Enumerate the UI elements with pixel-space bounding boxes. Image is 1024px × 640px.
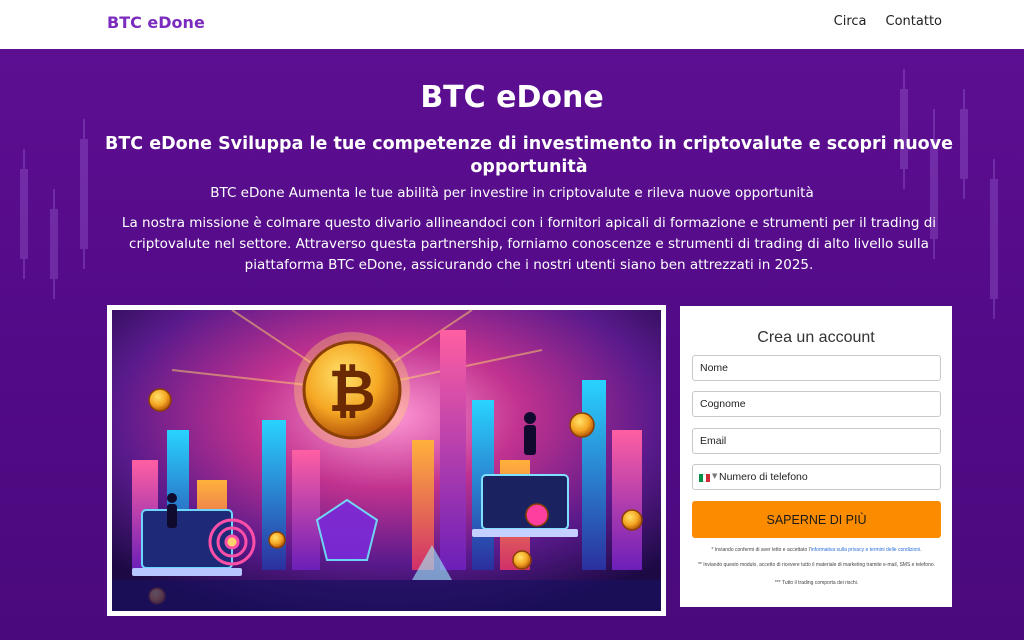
hero-section: BTC eDone BTC eDone Sviluppa le tue comp…: [0, 49, 1024, 640]
risk-disclaimer: *** Tutto il trading comporta dei rischi…: [774, 580, 859, 586]
chevron-down-icon[interactable]: ▼: [712, 472, 717, 480]
phone-input[interactable]: [719, 465, 934, 489]
hero-image-frame: ₿: [107, 305, 666, 616]
svg-text:₿: ₿: [328, 357, 375, 425]
signup-form: Crea un account ▼ SAPERNE DI PIÙ * Invia…: [680, 306, 952, 607]
hero-lead: BTC eDone Aumenta le tue abilità per inv…: [210, 185, 814, 201]
hero-title: BTC eDone: [420, 80, 604, 115]
marketing-disclaimer: ** Inviando questo modulo, accetto di ri…: [697, 562, 936, 568]
main-nav: Circa Contatto: [834, 14, 942, 29]
privacy-link[interactable]: informativa sulla privacy e termini dell…: [811, 547, 921, 553]
italy-flag-icon[interactable]: [699, 474, 711, 482]
phone-field: ▼: [692, 464, 941, 490]
nav-link-contatto[interactable]: Contatto: [886, 14, 942, 29]
disclaimer-prefix: * Inviando confermi di aver letto e acce…: [711, 547, 811, 553]
submit-button[interactable]: SAPERNE DI PIÙ: [692, 501, 941, 538]
hero-paragraph: La nostra missione è colmare questo diva…: [121, 215, 937, 273]
top-navbar: BTC eDone Circa Contatto: [0, 0, 1024, 49]
first-name-input[interactable]: [692, 355, 941, 381]
form-title: Crea un account: [757, 329, 875, 346]
brand-logo[interactable]: BTC eDone: [107, 13, 205, 32]
email-input[interactable]: [692, 428, 941, 454]
disclaimer-suffix: .: [920, 547, 922, 553]
nav-link-circa[interactable]: Circa: [834, 14, 867, 29]
last-name-input[interactable]: [692, 391, 941, 417]
privacy-disclaimer: * Inviando confermi di aver letto e acce…: [694, 547, 939, 554]
hero-subtitle: BTC eDone Sviluppa le tue competenze di …: [105, 134, 953, 177]
bitcoin-illustration: ₿: [112, 310, 661, 611]
